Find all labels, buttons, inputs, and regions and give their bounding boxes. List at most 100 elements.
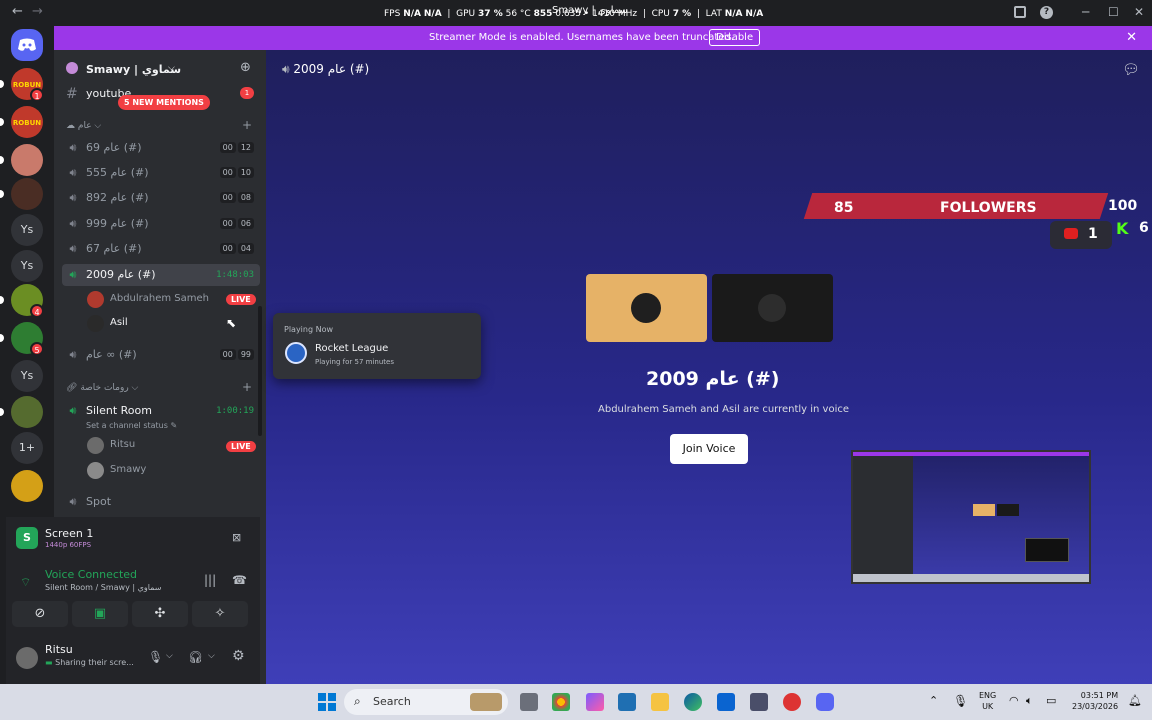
wifi-icon[interactable]: ◠ [1009,694,1019,707]
unread-pill [0,156,4,164]
chevron-up-icon[interactable]: ⌃ [929,694,938,707]
unread-pill [0,118,4,126]
chevron-down-icon[interactable]: ⌵ [166,651,173,661]
add-channel-icon[interactable]: + [242,380,252,394]
voice-channel[interactable]: 🔊︎ عام 892 (#) 00 08 [62,187,260,209]
voice-channel[interactable]: 🔊︎ عام 67 (#) 00 04 [62,238,260,260]
soundboard-button[interactable]: ✧ [192,601,248,627]
category-general[interactable]: ☁ عام ⌵ [66,121,101,131]
microphone-icon[interactable]: 🎙︎ [148,650,163,664]
server-icon[interactable] [11,144,43,176]
unread-pill [0,190,4,198]
new-mentions-pill[interactable]: 5 NEW MENTIONS [118,95,210,110]
outlook-icon[interactable] [717,693,735,711]
server-icon[interactable]: Ys [11,360,43,392]
scrollbar[interactable] [258,306,262,436]
discord-taskbar-icon[interactable] [816,693,834,711]
unread-pill [0,80,4,88]
store-icon[interactable] [750,693,768,711]
vscode-icon[interactable] [618,693,636,711]
unread-pill [0,408,4,416]
noise-suppression-icon[interactable]: ||| [204,573,216,587]
popup-heading: Playing Now [284,325,334,334]
activities-button[interactable]: ✣ [132,601,188,627]
back-arrow-icon[interactable]: ← [12,4,23,19]
chat-bubble-icon[interactable]: 💬︎ [1122,62,1140,78]
voice-channel[interactable]: 🔊︎ عام 555 (#) 00 10 [62,162,260,184]
notifications-icon[interactable]: 🔔︎ [1128,694,1142,707]
user-tile-asil[interactable] [712,274,833,342]
volume-icon[interactable]: 🔈︎ [1026,694,1033,708]
maximize-button[interactable]: ☐ [1108,5,1119,19]
server-name[interactable]: Smawy | سماوي [86,63,181,76]
followers-goal: 100 [1108,198,1138,214]
headphones-icon[interactable]: 🎧︎ [188,650,203,664]
speaker-icon: 🔊︎ [69,268,77,281]
forward-arrow-icon[interactable]: → [32,4,43,19]
discord-home-icon[interactable] [11,29,43,61]
channel-infinity[interactable]: 🔊︎ عام ∞ (#) 00 99 [62,344,260,366]
windows-start-icon[interactable] [318,693,336,711]
camera-off-button[interactable]: ⊘ [12,601,68,627]
user-tile-abdulrahem[interactable] [586,274,707,342]
speaker-icon: 🔊︎ [69,217,77,230]
file-explorer-icon[interactable] [651,693,669,711]
speaker-icon: 🔊︎ [69,348,77,361]
inbox-icon[interactable] [1014,6,1026,18]
preview-nested [1025,538,1069,562]
youtube-counter: 1 [1050,221,1112,249]
edge-icon[interactable] [684,693,702,711]
voice-channel[interactable]: 🔊︎ عام 69 (#) 00 12 [62,137,260,159]
task-view-icon[interactable] [520,693,538,711]
disconnect-icon[interactable]: ☎︎ [232,573,247,587]
stop-stream-icon[interactable]: ⊠ [232,531,241,544]
close-window-button[interactable]: ✕ [1134,5,1144,19]
microphone-icon[interactable]: 🎙︎ [953,694,968,708]
server-icon[interactable] [11,178,43,210]
speaker-icon: 🔊︎ [69,404,77,417]
share-screen-button[interactable]: ▣ [72,601,128,627]
category-private-rooms[interactable]: 🔗︎ رومات خاصة ⌵ [66,383,138,393]
voice-location: Silent Room / Smawy | سماوي [45,583,162,592]
set-channel-status[interactable]: Set a channel status ✎ [86,421,177,430]
followers-count: 85 [834,200,854,216]
obs-icon[interactable] [783,693,801,711]
avatar [87,315,104,332]
unread-pill [0,334,4,342]
kick-icon: K [1116,219,1129,238]
channel-spot[interactable]: 🔊︎ Spot [62,491,260,513]
disable-streamer-mode-button[interactable]: Disable [709,29,761,46]
add-channel-icon[interactable]: + [242,118,252,132]
avatar [758,294,786,322]
screen-icon: ▬ [45,658,53,667]
server-icon[interactable] [11,470,43,502]
hash-icon: # [66,86,78,102]
server-icon[interactable] [11,396,43,428]
help-icon[interactable]: ? [1040,6,1053,19]
battery-icon[interactable]: ▭ [1046,694,1056,707]
chevron-down-icon[interactable]: ⌵ [168,63,175,73]
chevron-down-icon[interactable]: ⌵ [208,651,215,661]
stream-preview-window[interactable] [851,450,1091,584]
voice-connected-label[interactable]: Voice Connected [45,568,137,581]
youtube-icon [1064,228,1078,239]
clock[interactable]: 03:51 PM 23/03/2026 [1072,690,1118,712]
voice-channel[interactable]: 🔊︎ عام 999 (#) 00 06 [62,213,260,235]
server-icon[interactable]: ROBUN [11,106,43,138]
user-name[interactable]: Ritsu [45,643,73,656]
chrome-icon[interactable] [552,693,570,711]
close-banner-icon[interactable]: ✕ [1126,30,1137,45]
channel-active-2009[interactable]: 🔊︎ عام 2009 (#) 1:48:03 [62,264,260,286]
server-icon[interactable]: Ys [11,214,43,246]
channel-silent-room[interactable]: 🔊︎ Silent Room 1:00:19 [62,400,260,422]
server-icon[interactable]: 1+ [11,432,43,464]
server-icon[interactable]: Ys [11,250,43,282]
invite-people-icon[interactable]: ⊕ [240,60,251,75]
copilot-icon[interactable] [586,693,604,711]
language-indicator[interactable]: ENG UK [979,690,996,712]
avatar[interactable] [16,647,38,669]
settings-gear-icon[interactable]: ⚙︎ [232,648,245,664]
join-voice-button[interactable]: Join Voice [670,434,748,464]
taskbar-search[interactable]: ⌕ Search [344,689,508,715]
minimize-button[interactable]: ─ [1082,5,1089,19]
